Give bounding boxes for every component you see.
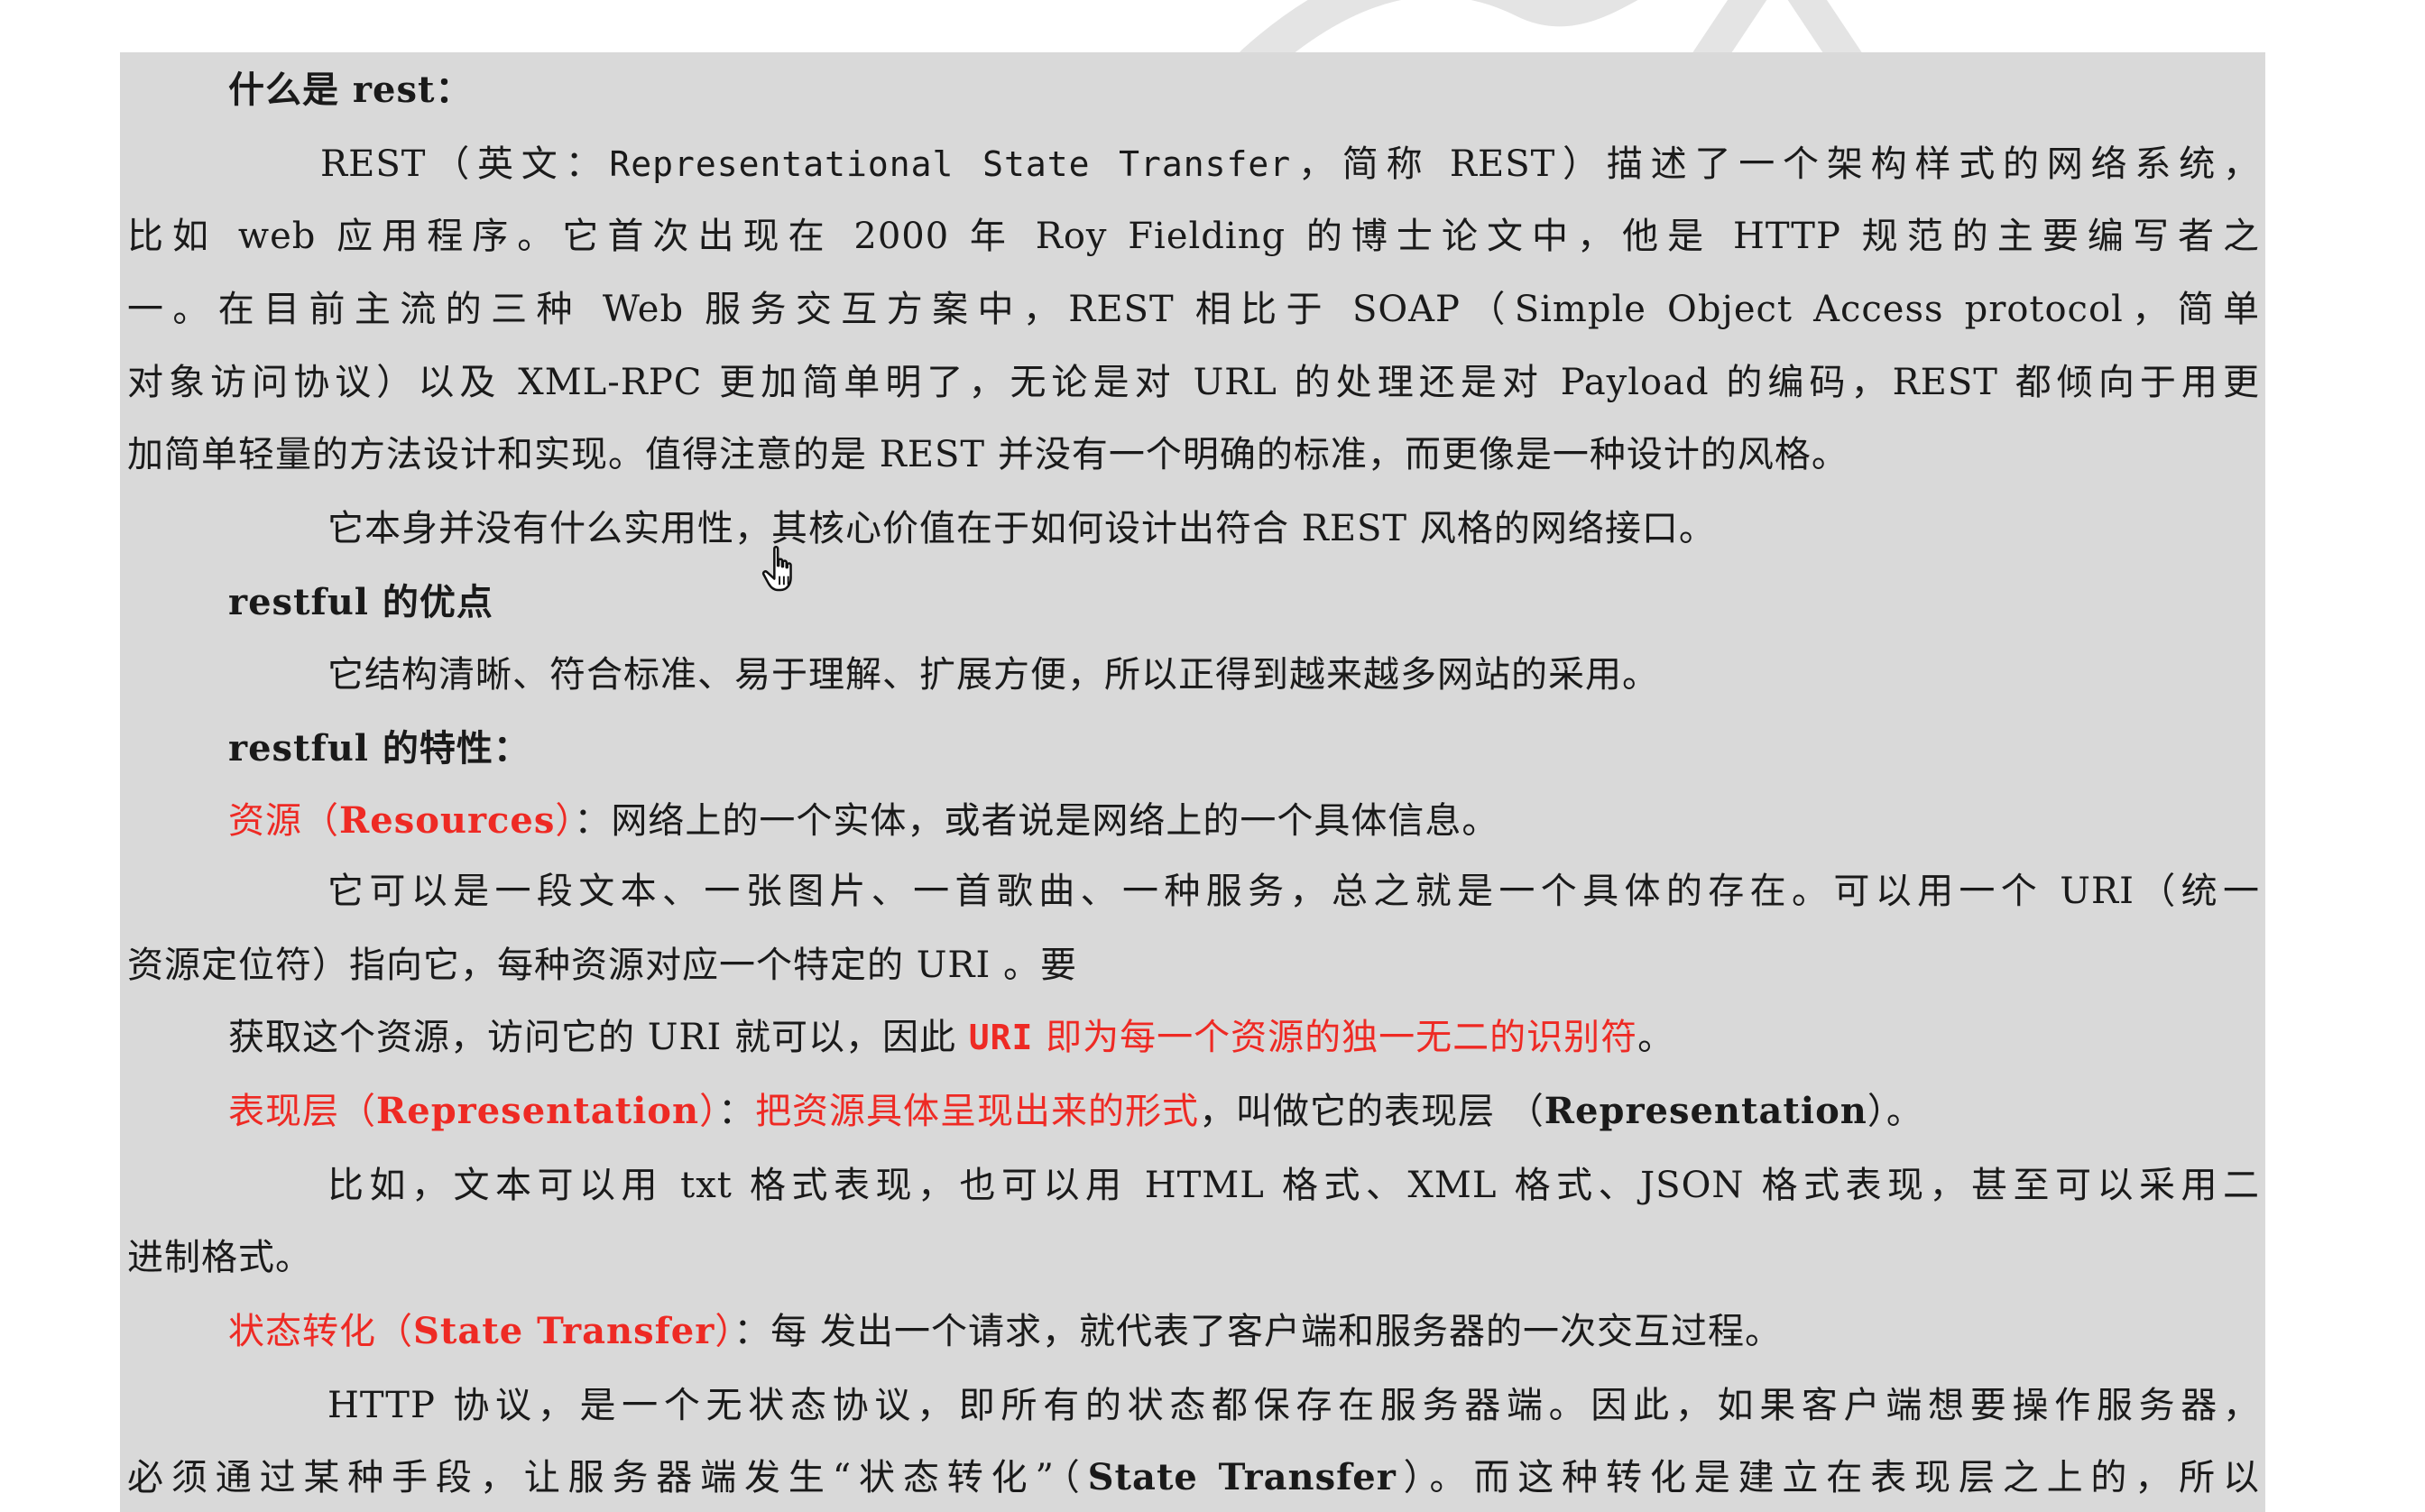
feature-representation: 表现层（Representation）：把资源具体呈现出来的形式，叫做它的表现层… — [228, 1090, 1923, 1132]
document-page: 什么是 rest： REST（英文：Representational State… — [120, 52, 2265, 1512]
heading-restful-advantages: restful 的优点 — [228, 581, 493, 623]
feature-resources: 资源（Resources）：网络上的一个实体，或者说是网络上的一个具体信息。 — [228, 799, 1499, 842]
paragraph-line: 一。在目前主流的三种 Web 服务交互方案中，REST 相比于 SOAP（Sim… — [127, 289, 2260, 330]
paragraph-line: 必须通过某种手段，让服务器端发生“状态转化”（State Transfer）。而… — [127, 1456, 2260, 1498]
feature-state-transfer: 状态转化（State Transfer）：每 发出一个请求，就代表了客户端和服务… — [228, 1310, 1783, 1352]
paragraph-line: 对象访问协议）以及 XML-RPC 更加简单明了，无论是对 URL 的处理还是对… — [127, 362, 2260, 403]
paragraph-line: 它本身并没有什么实用性，其核心价值在于如何设计出符合 REST 风格的网络接口。 — [327, 508, 1716, 549]
paragraph-line: 资源定位符）指向它，每种资源对应一个特定的 URI 。要 — [127, 945, 1078, 986]
paragraph-line: REST（英文：Representational State Transfer，… — [320, 143, 2260, 185]
paragraph-line: 加简单轻量的方法设计和实现。值得注意的是 REST 并没有一个明确的标准，而更像… — [127, 434, 1849, 475]
heading-restful-features: restful 的特性： — [228, 727, 530, 770]
paragraph-line: 比如 web 应用程序。它首次出现在 2000 年 Roy Fielding 的… — [127, 216, 2260, 257]
paragraph-line: 获取这个资源，访问它的 URI 就可以，因此 URI 即为每一个资源的独一无二的… — [228, 1017, 1675, 1058]
heading-what-is-rest: 什么是 rest： — [228, 69, 473, 111]
paragraph-line: 它结构清晰、符合标准、易于理解、扩展方便，所以正得到越来越多网站的采用。 — [327, 654, 1659, 696]
paragraph-line: 它可以是一段文本、一张图片、一首歌曲、一种服务，总之就是一个具体的存在。可以用一… — [327, 871, 2260, 912]
paragraph-line: 比如，文本可以用 txt 格式表现，也可以用 HTML 格式、XML 格式、JS… — [327, 1165, 2260, 1206]
paragraph-line: HTTP 协议，是一个无状态协议，即所有的状态都保存在服务器端。因此，如果客户端… — [327, 1385, 2260, 1426]
paragraph-line: 进制格式。 — [127, 1237, 312, 1278]
